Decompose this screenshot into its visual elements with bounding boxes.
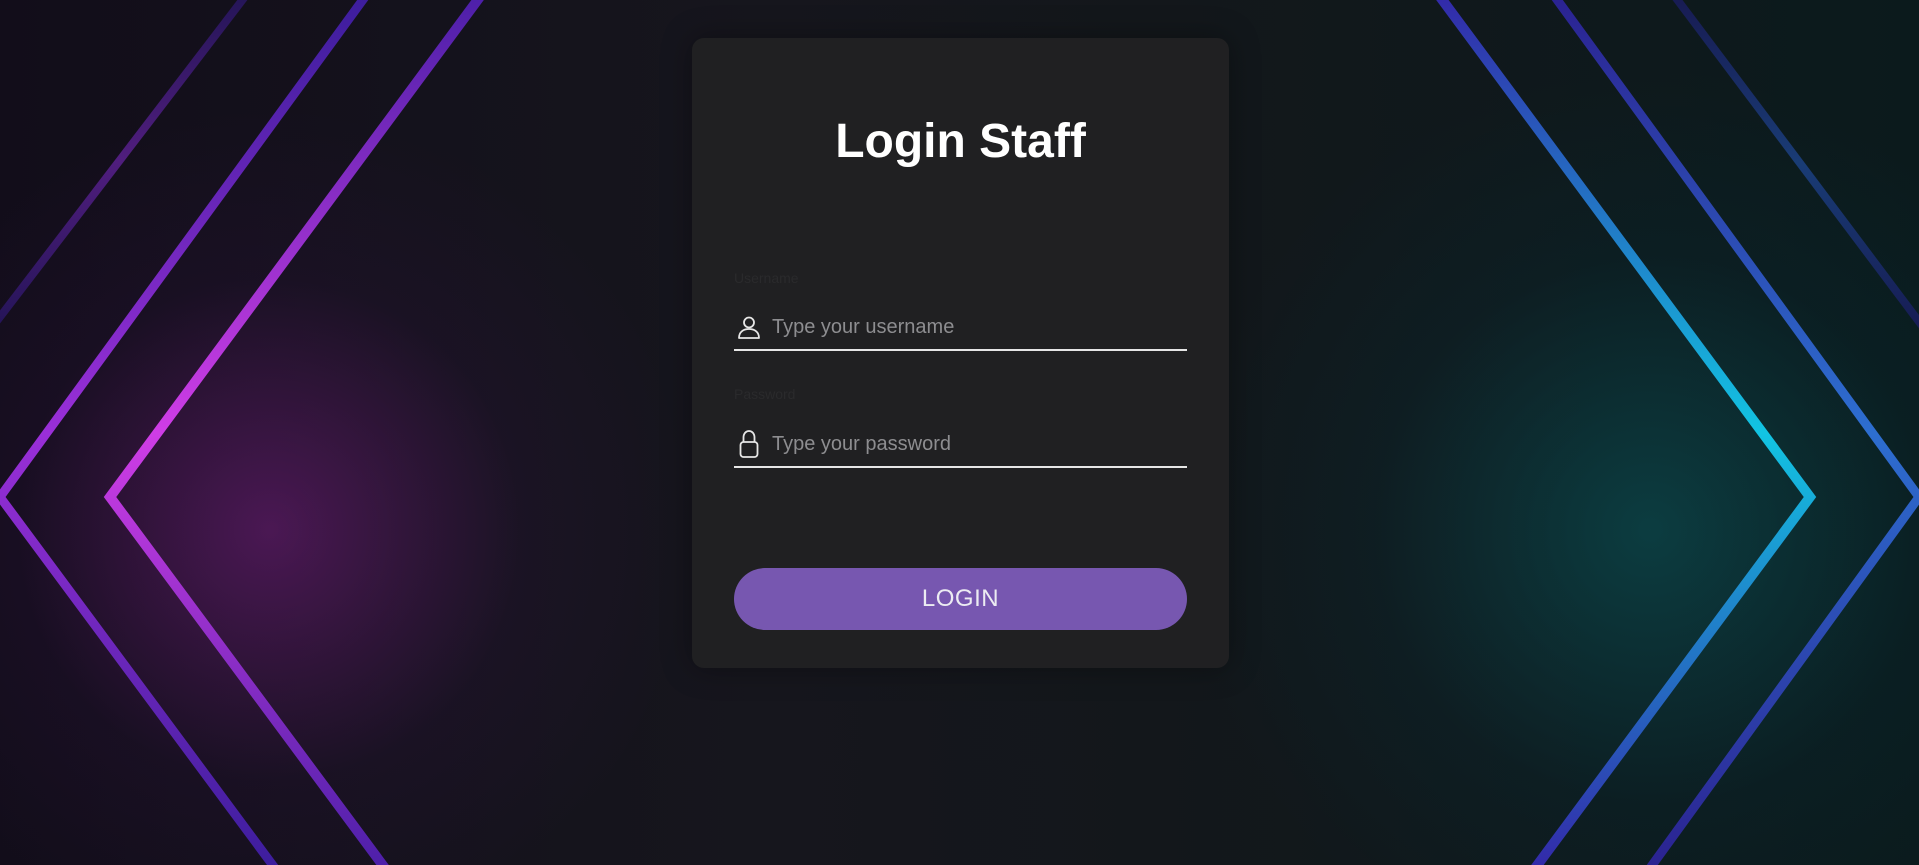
password-field: [734, 422, 1187, 468]
login-button[interactable]: LOGIN: [734, 568, 1187, 630]
lock-icon: [734, 429, 764, 459]
login-card: Login Staff Username Password LOGIN: [692, 38, 1229, 668]
user-icon: [734, 312, 764, 342]
password-label: Password: [734, 386, 796, 402]
username-input[interactable]: [764, 315, 1187, 339]
page-title: Login Staff: [835, 115, 1086, 168]
username-label: Username: [734, 270, 799, 286]
username-field: [734, 305, 1187, 351]
password-input[interactable]: [764, 432, 1187, 456]
